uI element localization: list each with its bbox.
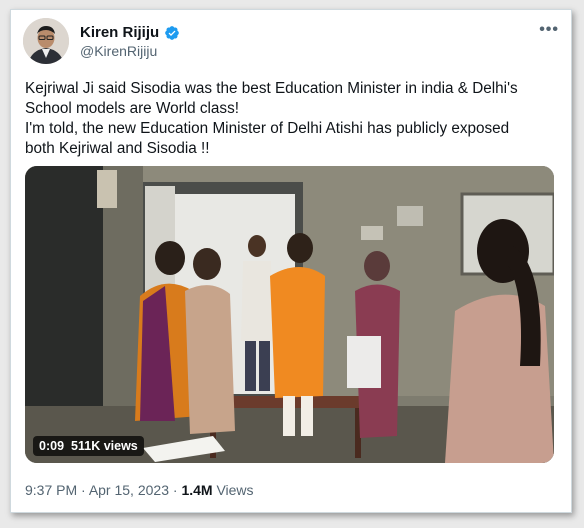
meta-separator: · bbox=[168, 482, 182, 498]
avatar[interactable] bbox=[23, 18, 69, 64]
views-label: Views bbox=[212, 482, 254, 498]
more-icon[interactable]: ••• bbox=[539, 21, 559, 39]
tweet-line: School models are World class! bbox=[25, 100, 239, 117]
meta-separator: · bbox=[77, 482, 89, 498]
verified-badge-icon bbox=[164, 25, 180, 41]
tweet-line: I'm told, the new Education Minister of … bbox=[25, 120, 510, 137]
tweet-meta: 9:37 PM · Apr 15, 2023 · 1.4M Views bbox=[25, 482, 254, 498]
tweet-line: Kejriwal Ji said Sisodia was the best Ed… bbox=[25, 80, 518, 97]
tweet-line: both Kejriwal and Sisodia !! bbox=[25, 140, 210, 157]
video-player[interactable]: 0:09 511K views bbox=[25, 166, 554, 463]
video-duration: 0:09 bbox=[39, 439, 65, 453]
tweet-time[interactable]: 9:37 PM bbox=[25, 482, 77, 498]
tweet-date[interactable]: Apr 15, 2023 bbox=[89, 482, 169, 498]
author-handle[interactable]: @KirenRijiju bbox=[80, 43, 157, 59]
video-stats-badge: 0:09 511K views bbox=[33, 436, 144, 456]
video-views: 511K views bbox=[71, 439, 138, 453]
author-name[interactable]: Kiren Rijiju bbox=[80, 24, 159, 41]
views-count: 1.4M bbox=[181, 482, 213, 498]
tweet-text: Kejriwal Ji said Sisodia was the best Ed… bbox=[25, 79, 561, 159]
tweet-card[interactable]: Kiren Rijiju @KirenRijiju ••• Kejriwal J… bbox=[10, 9, 572, 513]
video-frame bbox=[25, 166, 554, 463]
